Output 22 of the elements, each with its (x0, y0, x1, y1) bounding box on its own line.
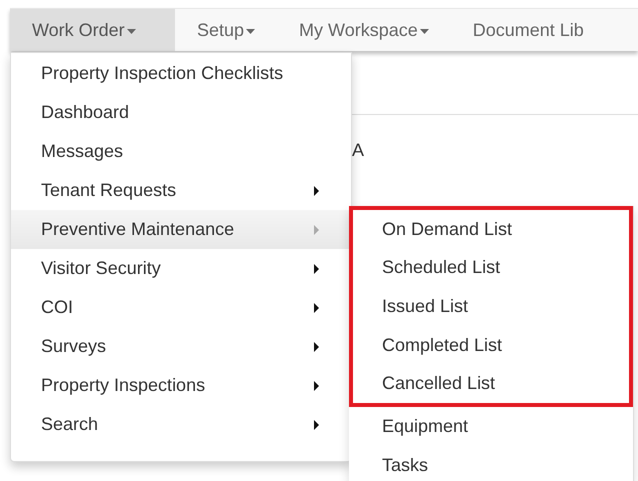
menu-item[interactable]: Messages (11, 132, 351, 171)
submenu-item[interactable]: Completed List (353, 326, 629, 364)
menu-item[interactable]: Tenant Requests (11, 171, 351, 210)
nav-tab[interactable]: Document Lib (450, 9, 606, 51)
menu-item[interactable]: Property Inspections (11, 366, 351, 405)
submenu-item[interactable]: Cancelled List (353, 364, 629, 403)
menu-item[interactable]: Search (11, 405, 351, 444)
nav-tab[interactable]: Setup (175, 9, 278, 51)
page-text: A (352, 140, 364, 161)
nav-tab[interactable]: Work Order (10, 9, 175, 51)
menu-item[interactable]: Visitor Security (11, 249, 351, 288)
nav-tab[interactable]: My Workspace (277, 9, 451, 51)
submenu-item[interactable]: Tasks (349, 446, 633, 481)
menu-item[interactable]: COI (11, 288, 351, 327)
menu-item[interactable]: Property Inspection Checklists (11, 54, 351, 93)
submenu-item[interactable]: Equipment (349, 406, 633, 446)
submenu-item[interactable]: Issued List (353, 287, 629, 326)
menu-item[interactable]: Surveys (11, 327, 351, 366)
submenu-item[interactable]: Scheduled List (353, 248, 629, 288)
submenu-item[interactable]: On Demand List (353, 210, 629, 249)
menu-item[interactable]: Preventive Maintenance (11, 210, 351, 249)
menu-item[interactable]: Dashboard (11, 93, 351, 132)
